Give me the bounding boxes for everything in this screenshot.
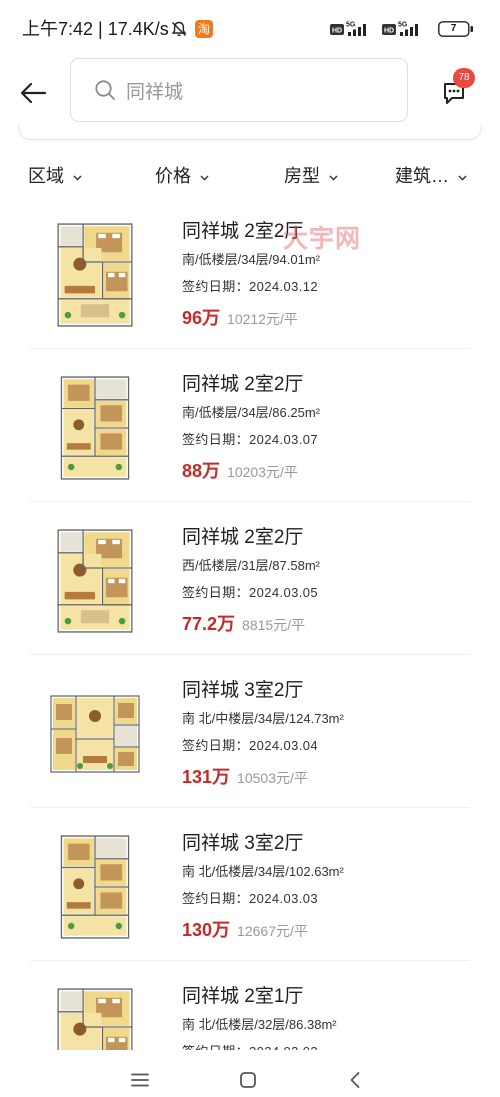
hd-label: HD [332, 28, 342, 35]
card-divider [30, 501, 470, 502]
floor-plan-image [50, 695, 140, 773]
network-gen-label: 5G [346, 22, 356, 29]
listing-price-row: 131万 10503元/平 [182, 765, 308, 791]
listing-title: 同祥城 2室2厅 [182, 527, 304, 548]
listing-price-row: 88万 10203元/平 [182, 459, 298, 485]
status-time-speed: 上午7:42 | 17.4K/s [22, 19, 169, 39]
watermark: 大宇网 [283, 225, 362, 253]
floor-plan-thumbnail [50, 529, 140, 633]
card-divider [30, 348, 470, 349]
listing-unit-price: 10503元/平 [237, 770, 308, 786]
listing-sign-date: 签约日期：2024.03.07 [182, 432, 319, 447]
card-divider [30, 654, 470, 655]
listing-unit-price: 10203元/平 [227, 464, 298, 480]
filter-label: 建筑… [395, 166, 449, 186]
search-icon [95, 80, 115, 100]
chevron-down-icon [200, 175, 209, 181]
listing-detail: 南 北/低楼层/32层/86.38m² [182, 1017, 337, 1032]
listing-card[interactable]: 同祥城 3室2厅南 北/中楼层/34层/124.73m² 签约日期：2024.03… [0, 664, 500, 817]
listing-card[interactable]: 同祥城 2室1厅南 北/低楼层/32层/86.38m² 签约日期：2024.03.… [0, 970, 500, 1050]
hd-label: HD [384, 28, 394, 35]
listing-detail: 南/低楼层/34层/86.25m² [182, 405, 320, 420]
listing-sign-date: 签约日期：2024.03.02 [182, 1043, 318, 1050]
system-nav-bar [0, 1050, 500, 1097]
signal-icon-sim1: HD 5G [330, 20, 376, 38]
listing-sign-date: 签约日期：2024.03.12 [182, 279, 319, 294]
signal-icon-sim2: HD 5G [382, 20, 428, 38]
listing-title: 同祥城 2室1厅 [182, 986, 304, 1007]
floor-plan-image [60, 376, 130, 480]
listing-price: 130万 [182, 920, 231, 940]
chevron-down-icon [329, 175, 338, 181]
message-count-badge: 78 [453, 68, 475, 88]
listing-price-row: 96万 10212元/平 [182, 306, 298, 332]
nav-back-icon [350, 1072, 360, 1088]
home-button[interactable] [228, 1069, 268, 1091]
listing-price-row: 77.2万 8815元/平 [182, 612, 305, 638]
battery-level: 7 [450, 23, 457, 34]
listing-unit-price: 10212元/平 [227, 311, 298, 327]
floor-plan-thumbnail [50, 835, 140, 939]
chevron-down-icon [458, 175, 467, 181]
listing-detail: 南 北/中楼层/34层/124.73m² [182, 711, 344, 726]
nav-back-button[interactable] [335, 1069, 375, 1091]
header-card-edge [18, 124, 482, 140]
menu-icon [131, 1073, 149, 1087]
listing-sign-date: 签约日期：2024.03.05 [182, 585, 319, 600]
floor-plan-thumbnail [50, 376, 140, 480]
listing-title: 同祥城 2室2厅 [182, 374, 304, 395]
listing-unit-price: 12667元/平 [237, 923, 308, 939]
listing-card[interactable]: 同祥城 2室2厅 南/低楼层/34层/94.01m² 签约日期：2024.03.12… [0, 205, 500, 358]
search-box[interactable] [70, 58, 408, 122]
card-divider [30, 960, 470, 961]
listing-sign-date: 签约日期：2024.03.03 [182, 891, 319, 906]
filter-layout[interactable]: 房型 [284, 164, 338, 188]
filter-label: 房型 [284, 166, 320, 186]
listing-card[interactable]: 同祥城 2室2厅南/低楼层/34层/86.25m² 签约日期：2024.03.07… [0, 358, 500, 511]
back-arrow-icon [20, 82, 47, 104]
listing-sign-date: 签约日期：2024.03.04 [182, 738, 319, 753]
listing-card[interactable]: 同祥城 2室2厅西/低楼层/31层/87.58m² 签约日期：2024.03.05… [0, 511, 500, 664]
filter-label: 价格 [155, 166, 191, 186]
floor-plan-image [57, 223, 133, 327]
status-bar: 上午7:42 | 17.4K/s 淘 HD 5G HD 5G 7 [0, 0, 500, 58]
floor-plan-thumbnail [50, 988, 140, 1050]
recent-apps-button[interactable] [120, 1069, 160, 1091]
messages-button[interactable]: 78 [438, 68, 475, 110]
filter-building[interactable]: 建筑… [395, 164, 467, 188]
card-divider [30, 807, 470, 808]
listing-price: 131万 [182, 767, 231, 787]
floor-plan-image [57, 529, 133, 633]
back-button[interactable] [16, 78, 50, 108]
listing-price: 88万 [182, 461, 221, 481]
listing-price: 96万 [182, 308, 221, 328]
floor-plan-image [57, 988, 133, 1050]
bell-off-icon [170, 20, 188, 38]
network-gen-label: 5G [398, 22, 408, 29]
listing-card[interactable]: 同祥城 3室2厅南 北/低楼层/34层/102.63m² 签约日期：2024.03… [0, 817, 500, 970]
listing-price-row: 130万 12667元/平 [182, 918, 308, 944]
floor-plan-image [60, 835, 130, 939]
floor-plan-thumbnail [50, 223, 140, 327]
taobao-app-badge: 淘 [195, 20, 213, 38]
filter-price[interactable]: 价格 [155, 164, 209, 188]
filter-district[interactable]: 区域 [28, 164, 82, 188]
filter-label: 区域 [28, 166, 64, 186]
listing-title: 同祥城 3室2厅 [182, 680, 304, 701]
home-icon [240, 1072, 256, 1088]
listing-price: 77.2万 [182, 614, 236, 634]
battery-icon: 7 [438, 21, 474, 37]
listing-detail: 南/低楼层/34层/94.01m² [182, 252, 320, 267]
listing-detail: 西/低楼层/31层/87.58m² [182, 558, 320, 573]
floor-plan-thumbnail [50, 682, 140, 786]
search-input[interactable] [126, 59, 396, 121]
listing-unit-price: 8815元/平 [242, 617, 306, 633]
chevron-down-icon [73, 175, 82, 181]
listing-detail: 南 北/低楼层/34层/102.63m² [182, 864, 344, 879]
transaction-list: 同祥城 2室2厅 南/低楼层/34层/94.01m² 签约日期：2024.03.12… [0, 205, 500, 1050]
listing-title: 同祥城 3室2厅 [182, 833, 304, 854]
